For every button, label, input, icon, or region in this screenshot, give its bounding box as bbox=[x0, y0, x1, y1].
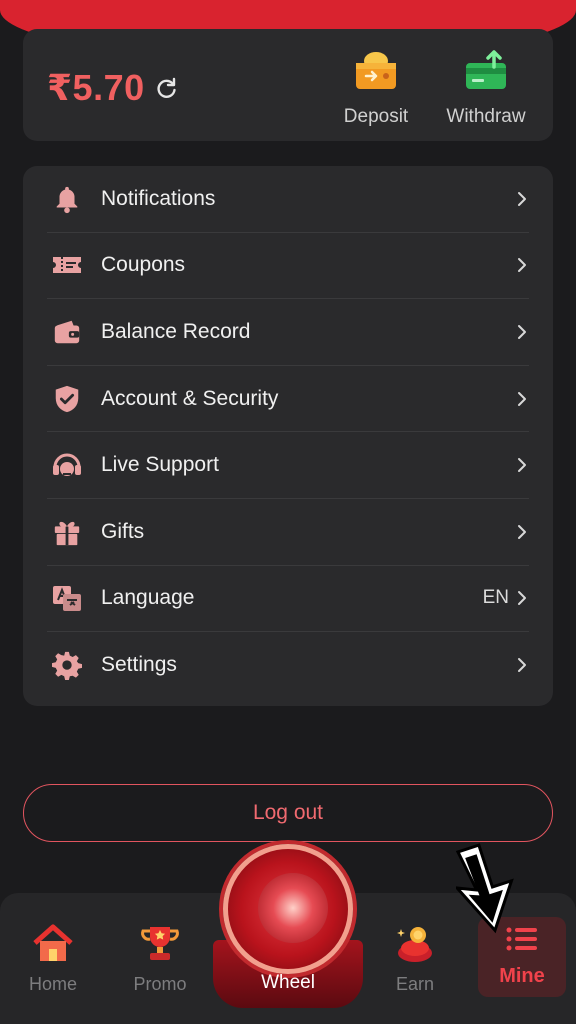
menu-item-coupons[interactable]: Coupons bbox=[47, 233, 529, 300]
headset-icon bbox=[51, 449, 83, 481]
gift-icon bbox=[51, 516, 83, 548]
bell-icon bbox=[51, 183, 83, 215]
money-bag-icon bbox=[393, 923, 437, 968]
menu-item-account-security[interactable]: Account & Security bbox=[47, 366, 529, 433]
tab-label: Promo bbox=[133, 974, 187, 994]
refresh-icon[interactable] bbox=[155, 76, 179, 100]
menu-item-settings[interactable]: Settings bbox=[47, 632, 529, 699]
withdraw-button[interactable]: Withdraw bbox=[436, 49, 536, 128]
menu-label: Gifts bbox=[101, 519, 145, 543]
chevron-right-icon bbox=[515, 255, 529, 275]
chevron-right-icon bbox=[515, 522, 529, 542]
tab-label: Home bbox=[28, 974, 77, 994]
tab-home[interactable]: Home bbox=[8, 923, 98, 995]
wallet-card: ₹5.70 Deposit Withdraw bbox=[23, 29, 553, 141]
withdraw-card-icon bbox=[464, 49, 508, 98]
deposit-wallet-icon bbox=[354, 49, 398, 98]
menu-item-language[interactable]: Language EN bbox=[47, 566, 529, 633]
menu-item-balance-record[interactable]: Balance Record bbox=[47, 299, 529, 366]
chevron-right-icon bbox=[515, 189, 529, 209]
chevron-right-icon bbox=[515, 588, 529, 608]
menu-label: Notifications bbox=[101, 186, 216, 210]
tab-label: Wheel bbox=[261, 972, 315, 993]
tab-earn[interactable]: Earn bbox=[370, 923, 460, 995]
balance-display: ₹5.70 bbox=[47, 67, 179, 109]
menu-label: Balance Record bbox=[101, 319, 251, 343]
wheel-emblem-icon bbox=[223, 844, 353, 974]
withdraw-label: Withdraw bbox=[446, 106, 526, 127]
wheel-center bbox=[258, 873, 328, 943]
menu-item-live-support[interactable]: Live Support bbox=[47, 432, 529, 499]
translate-icon bbox=[51, 582, 83, 614]
wallet-icon bbox=[51, 316, 83, 348]
ticket-icon bbox=[51, 249, 83, 281]
trophy-icon bbox=[138, 923, 182, 968]
balance-value: ₹5.70 bbox=[47, 67, 145, 108]
menu-list: Notifications Coupons Balance Record Acc… bbox=[23, 166, 553, 706]
gear-icon bbox=[51, 649, 83, 681]
logout-button[interactable]: Log out bbox=[23, 784, 553, 842]
chevron-right-icon bbox=[515, 322, 529, 342]
chevron-right-icon bbox=[515, 389, 529, 409]
house-icon bbox=[31, 923, 75, 968]
tab-label: Mine bbox=[499, 965, 545, 987]
language-value: EN bbox=[482, 587, 509, 609]
deposit-button[interactable]: Deposit bbox=[326, 49, 426, 128]
menu-label: Language bbox=[101, 586, 195, 610]
chevron-right-icon bbox=[515, 455, 529, 475]
deposit-label: Deposit bbox=[343, 106, 409, 127]
menu-item-notifications[interactable]: Notifications bbox=[47, 166, 529, 233]
menu-label: Account & Security bbox=[101, 386, 279, 410]
pointer-arrow-icon bbox=[453, 838, 522, 934]
chevron-right-icon bbox=[515, 655, 529, 675]
menu-label: Settings bbox=[101, 653, 177, 677]
tab-promo[interactable]: Promo bbox=[115, 923, 205, 995]
menu-label: Live Support bbox=[101, 453, 219, 477]
tab-label: Earn bbox=[395, 974, 435, 994]
menu-label: Coupons bbox=[101, 253, 186, 277]
tab-wheel[interactable]: Wheel bbox=[213, 840, 363, 1008]
shield-check-icon bbox=[51, 383, 83, 415]
menu-item-gifts[interactable]: Gifts bbox=[47, 499, 529, 566]
